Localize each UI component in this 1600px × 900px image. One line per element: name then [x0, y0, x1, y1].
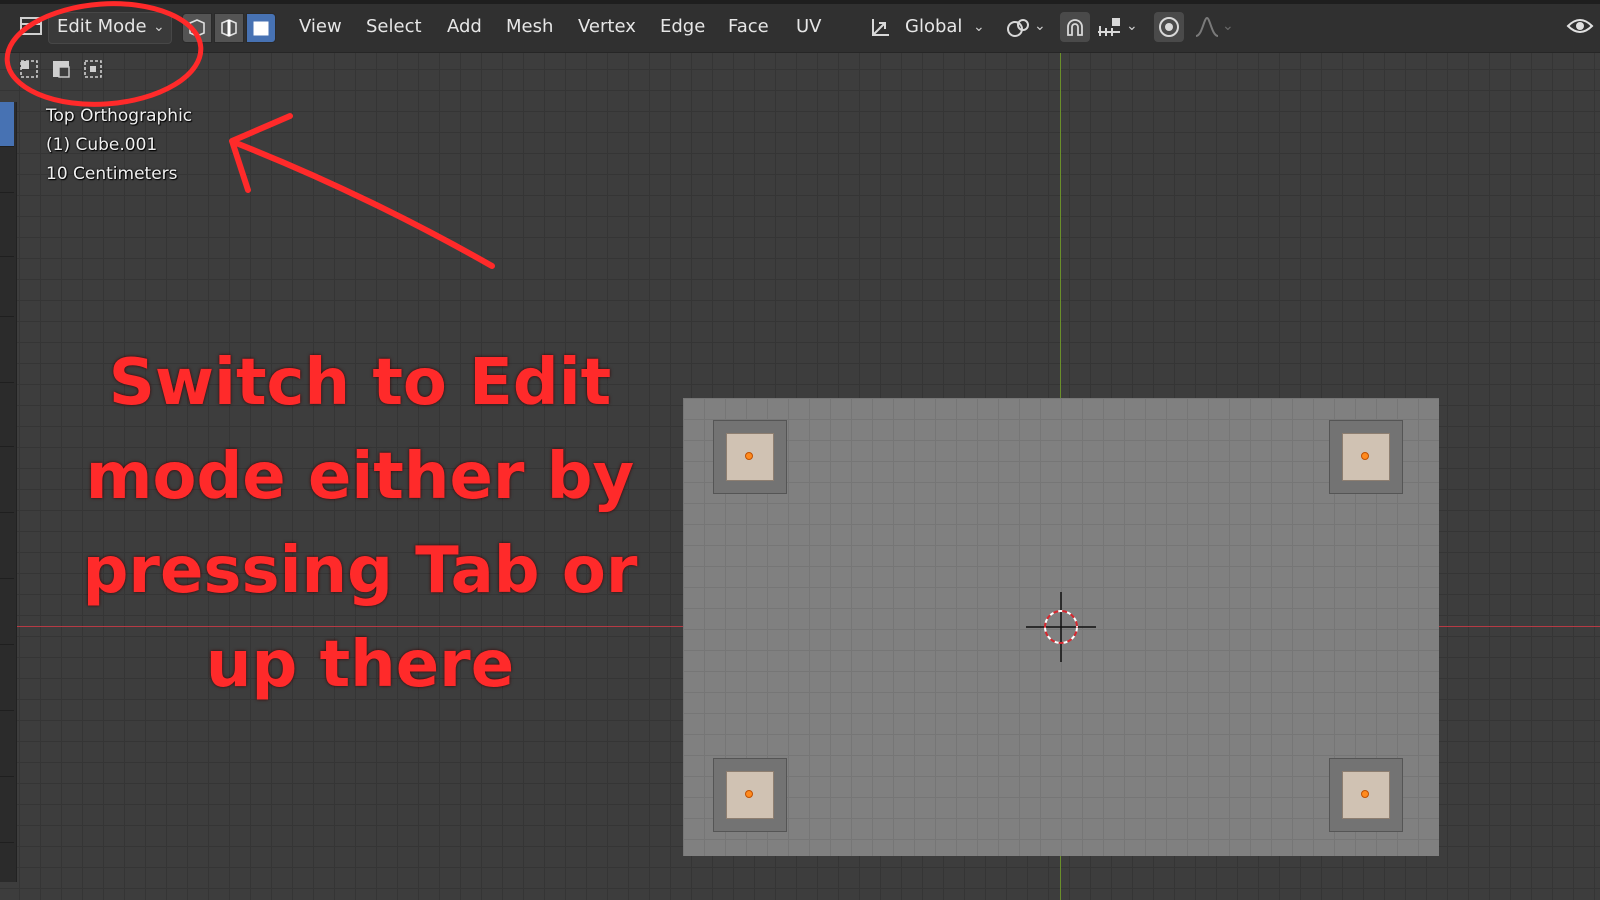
- edge-select-button[interactable]: [214, 13, 244, 43]
- menu-vertex[interactable]: Vertex: [574, 12, 640, 42]
- menu-view[interactable]: View: [295, 12, 346, 42]
- move-tool-button[interactable]: [0, 212, 14, 257]
- transform-orientation-dropdown[interactable]: Global ⌄: [862, 12, 992, 44]
- pivot-point-icon: [1007, 19, 1029, 37]
- scale-tool-button[interactable]: [0, 338, 14, 383]
- vertex-select-button[interactable]: [182, 13, 212, 43]
- view-name-label: Top Orthographic: [46, 106, 193, 126]
- editor-type-icon[interactable]: [20, 16, 44, 38]
- select-extend-icon[interactable]: [50, 58, 74, 82]
- menu-edge[interactable]: Edge: [656, 12, 709, 42]
- corner-pad-top-left[interactable]: [713, 420, 787, 494]
- edge-select-icon: [221, 19, 237, 37]
- chevron-down-icon: ⌄: [153, 19, 165, 35]
- falloff-curve-icon: [1195, 16, 1219, 37]
- vertex-dot[interactable]: [1361, 790, 1369, 798]
- snap-toggle-button[interactable]: [1060, 12, 1090, 42]
- menu-add[interactable]: Add: [443, 12, 486, 42]
- select-subtract-icon[interactable]: [82, 58, 106, 82]
- extrude-tool-button[interactable]: [0, 600, 14, 645]
- chevron-down-icon: ⌄: [1222, 18, 1234, 34]
- corner-pad-bottom-right[interactable]: [1329, 758, 1403, 832]
- viewport-header: Edit Mode ⌄ View Select Add Mesh Vertex …: [0, 0, 1600, 53]
- snap-target-dropdown[interactable]: ⌄: [1094, 12, 1140, 42]
- select-mode-row: [14, 56, 114, 84]
- vertex-dot[interactable]: [1361, 452, 1369, 460]
- bevel-tool-button[interactable]: [0, 732, 14, 777]
- menu-uv[interactable]: UV: [792, 12, 826, 42]
- cursor-tool-button[interactable]: [0, 148, 14, 193]
- visibility-eye-icon[interactable]: [1566, 14, 1594, 40]
- select-new-icon[interactable]: [18, 58, 42, 82]
- falloff-dropdown[interactable]: ⌄: [1192, 12, 1238, 42]
- 3d-cursor-icon[interactable]: [1026, 592, 1096, 662]
- transform-tool-button[interactable]: [0, 402, 14, 447]
- chevron-down-icon: ⌄: [973, 19, 985, 35]
- mode-dropdown[interactable]: Edit Mode ⌄: [48, 12, 172, 44]
- snap-increment-icon: [1098, 18, 1120, 36]
- tutorial-instruction-text: Switch to Edit mode either by pressing T…: [82, 346, 638, 702]
- vertex-dot[interactable]: [745, 790, 753, 798]
- loop-cut-tool-button[interactable]: [0, 798, 14, 843]
- chevron-down-icon: ⌄: [1034, 18, 1046, 34]
- pivot-point-dropdown[interactable]: ⌄: [1004, 12, 1050, 42]
- menu-face[interactable]: Face: [724, 12, 773, 42]
- vertex-select-icon: [189, 19, 205, 37]
- toolbar-strip: [0, 102, 17, 882]
- proportional-edit-button[interactable]: [1154, 12, 1184, 42]
- transform-orientation-label: Global: [905, 16, 963, 37]
- face-select-button[interactable]: [246, 13, 276, 43]
- chevron-down-icon: ⌄: [1126, 18, 1138, 34]
- annotate-tool-button[interactable]: [0, 468, 14, 513]
- corner-pad-top-right[interactable]: [1329, 420, 1403, 494]
- grid-scale-label: 10 Centimeters: [46, 164, 178, 184]
- snap-magnet-icon: [1067, 19, 1083, 36]
- menu-select[interactable]: Select: [362, 12, 426, 42]
- vertex-dot[interactable]: [745, 452, 753, 460]
- menu-mesh[interactable]: Mesh: [502, 12, 557, 42]
- corner-pad-bottom-left[interactable]: [713, 758, 787, 832]
- face-select-icon: [253, 21, 269, 36]
- transform-orientation-icon: [872, 19, 889, 36]
- measure-tool-button[interactable]: [0, 534, 14, 579]
- inset-tool-button[interactable]: [0, 666, 14, 711]
- object-name-label: (1) Cube.001: [46, 135, 158, 155]
- select-tool-button[interactable]: [0, 102, 14, 147]
- mode-dropdown-label: Edit Mode: [57, 16, 147, 37]
- rotate-tool-button[interactable]: [0, 272, 14, 317]
- proportional-edit-icon: [1159, 17, 1179, 37]
